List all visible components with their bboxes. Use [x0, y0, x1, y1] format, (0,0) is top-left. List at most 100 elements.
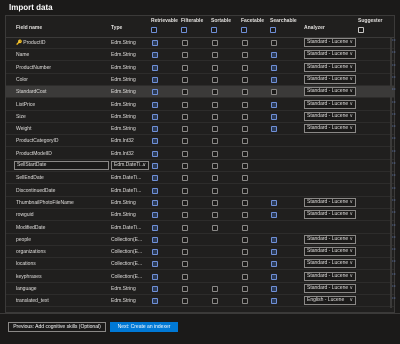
facetable-checkbox[interactable]: [242, 138, 248, 146]
table-row[interactable]: SellEndDate Edm.DateTi... ···: [6, 172, 396, 185]
retrievable-checkbox[interactable]: [152, 273, 158, 282]
table-row[interactable]: ProductNumber Edm.String Standard - Lucene…: [6, 62, 396, 74]
searchable-checkbox[interactable]: [271, 113, 277, 122]
header-facetable-checkbox[interactable]: [241, 27, 247, 35]
analyzer-dropdown[interactable]: Standard - Lucene ∨: [304, 50, 356, 60]
facetable-checkbox[interactable]: [242, 249, 248, 257]
filterable-checkbox[interactable]: [182, 113, 188, 122]
header-retrievable-checkbox[interactable]: [151, 27, 157, 35]
retrievable-checkbox[interactable]: [152, 212, 158, 220]
searchable-checkbox[interactable]: [271, 40, 277, 48]
analyzer-dropdown[interactable]: Standard - Lucene ∨: [304, 124, 356, 134]
header-sortable-checkbox[interactable]: [211, 27, 217, 35]
analyzer-dropdown[interactable]: Standard - Lucene ∨: [304, 111, 356, 121]
sortable-checkbox[interactable]: [212, 76, 218, 85]
retrievable-checkbox[interactable]: [152, 261, 158, 269]
table-row[interactable]: keyphrases Collection(E... Standard - Luce…: [6, 271, 396, 283]
filterable-checkbox[interactable]: [182, 249, 188, 257]
field-name-input[interactable]: SellStartDate: [14, 161, 109, 170]
analyzer-dropdown[interactable]: Standard - Lucene ∨: [304, 197, 356, 207]
sortable-checkbox[interactable]: [212, 199, 218, 208]
filterable-checkbox[interactable]: [182, 52, 188, 60]
retrievable-checkbox[interactable]: [152, 89, 158, 97]
searchable-checkbox[interactable]: [271, 298, 277, 306]
retrievable-checkbox[interactable]: [152, 113, 158, 122]
retrievable-checkbox[interactable]: [152, 163, 158, 171]
searchable-checkbox[interactable]: [271, 286, 277, 294]
table-row[interactable]: StandardCost Edm.String Standard - Lucene ∨…: [6, 86, 396, 99]
retrievable-checkbox[interactable]: [152, 64, 158, 73]
analyzer-dropdown[interactable]: Standard - Lucene ∨: [304, 87, 356, 97]
facetable-checkbox[interactable]: [242, 286, 248, 294]
header-filterable-checkbox[interactable]: [181, 27, 187, 35]
filterable-checkbox[interactable]: [182, 286, 188, 294]
table-row[interactable]: ProductCategoryID Edm.Int32 ···: [6, 135, 396, 148]
sortable-checkbox[interactable]: [212, 150, 218, 159]
facetable-checkbox[interactable]: [242, 187, 248, 196]
table-row[interactable]: locations Collection(E... Standard - Lucen…: [6, 258, 396, 271]
next-button[interactable]: Next: Create an indexer: [110, 322, 178, 332]
filterable-checkbox[interactable]: [182, 40, 188, 48]
sortable-checkbox[interactable]: [212, 101, 218, 110]
table-row[interactable]: Color Edm.String Standard - Lucene ∨ ···: [6, 74, 396, 86]
filterable-checkbox[interactable]: [182, 64, 188, 73]
table-row[interactable]: Weight Edm.String Standard - Lucene ∨ ···: [6, 123, 396, 136]
retrievable-checkbox[interactable]: [152, 138, 158, 146]
sortable-checkbox[interactable]: [212, 138, 218, 146]
filterable-checkbox[interactable]: [182, 150, 188, 159]
searchable-checkbox[interactable]: [271, 236, 277, 245]
retrievable-checkbox[interactable]: [152, 236, 158, 245]
table-row[interactable]: ThumbnailPhotoFileName Edm.String Standard…: [6, 197, 396, 209]
facetable-checkbox[interactable]: [242, 224, 248, 233]
filterable-checkbox[interactable]: [182, 163, 188, 171]
sortable-checkbox[interactable]: [212, 286, 218, 294]
sortable-checkbox[interactable]: [212, 113, 218, 122]
table-row[interactable]: people Collection(E... Standard - Lucene ∨ ·…: [6, 234, 396, 246]
analyzer-dropdown[interactable]: Standard - Lucene ∨: [304, 234, 356, 244]
sortable-checkbox[interactable]: [212, 52, 218, 60]
previous-button[interactable]: Previous: Add cognitive skills (Optional…: [8, 322, 106, 332]
filterable-checkbox[interactable]: [182, 76, 188, 85]
retrievable-checkbox[interactable]: [152, 286, 158, 294]
facetable-checkbox[interactable]: [242, 113, 248, 122]
facetable-checkbox[interactable]: [242, 261, 248, 269]
facetable-checkbox[interactable]: [242, 175, 248, 183]
filterable-checkbox[interactable]: [182, 298, 188, 306]
retrievable-checkbox[interactable]: [152, 249, 158, 257]
table-row[interactable]: ModifiedDate Edm.DateTi... ···: [6, 222, 396, 234]
retrievable-checkbox[interactable]: [152, 298, 158, 306]
table-row[interactable]: DiscontinuedDate Edm.DateTi... ···: [6, 185, 396, 197]
facetable-checkbox[interactable]: [242, 76, 248, 85]
retrievable-checkbox[interactable]: [152, 52, 158, 60]
filterable-checkbox[interactable]: [182, 138, 188, 146]
searchable-checkbox[interactable]: [271, 261, 277, 269]
retrievable-checkbox[interactable]: [152, 199, 158, 208]
facetable-checkbox[interactable]: [242, 212, 248, 220]
facetable-checkbox[interactable]: [242, 298, 248, 306]
searchable-checkbox[interactable]: [271, 64, 277, 73]
filterable-checkbox[interactable]: [182, 224, 188, 233]
retrievable-checkbox[interactable]: [152, 150, 158, 159]
analyzer-dropdown[interactable]: Standard - Lucene ∨: [304, 38, 356, 47]
analyzer-dropdown[interactable]: Standard - Lucene ∨: [304, 210, 356, 220]
facetable-checkbox[interactable]: [242, 101, 248, 110]
facetable-checkbox[interactable]: [242, 52, 248, 60]
facetable-checkbox[interactable]: [242, 40, 248, 48]
facetable-checkbox[interactable]: [242, 89, 248, 97]
filterable-checkbox[interactable]: [182, 199, 188, 208]
retrievable-checkbox[interactable]: [152, 40, 158, 48]
facetable-checkbox[interactable]: [242, 64, 248, 73]
sortable-checkbox[interactable]: [212, 89, 218, 97]
filterable-checkbox[interactable]: [182, 212, 188, 220]
filterable-checkbox[interactable]: [182, 175, 188, 183]
searchable-checkbox[interactable]: [271, 273, 277, 282]
filterable-checkbox[interactable]: [182, 261, 188, 269]
table-row[interactable]: organizations Collection(E... Standard - L…: [6, 246, 396, 259]
filterable-checkbox[interactable]: [182, 273, 188, 282]
searchable-checkbox[interactable]: [271, 212, 277, 220]
facetable-checkbox[interactable]: [242, 199, 248, 208]
key-icon[interactable]: 🔑: [16, 40, 22, 46]
filterable-checkbox[interactable]: [182, 89, 188, 97]
facetable-checkbox[interactable]: [242, 163, 248, 171]
table-row[interactable]: SellStartDate Edm.DateTi... ∨ ···: [6, 160, 396, 172]
